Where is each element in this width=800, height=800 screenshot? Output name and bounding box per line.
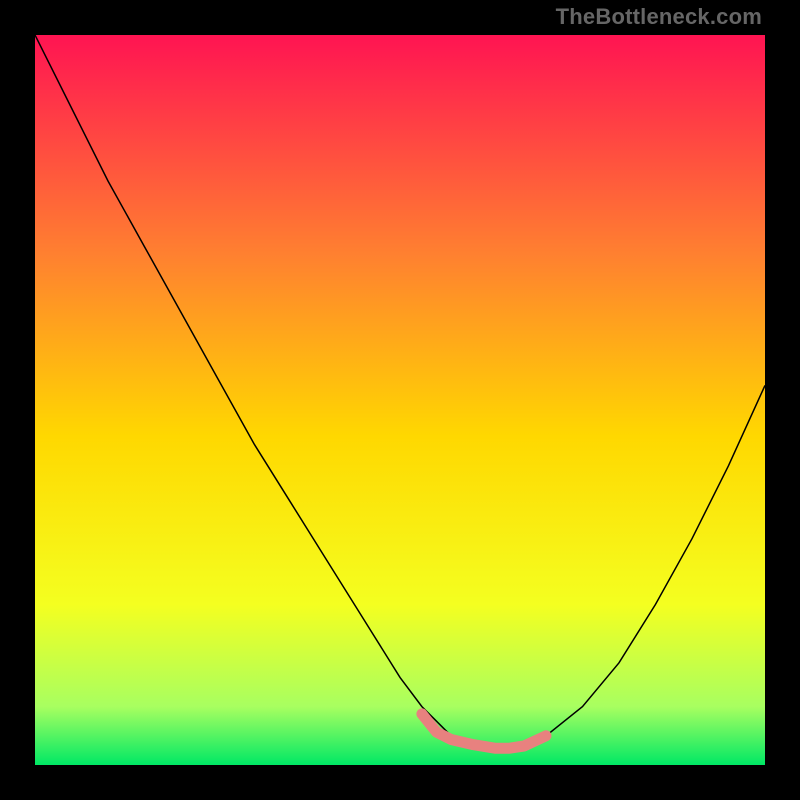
bottleneck-curve [35, 35, 765, 747]
optimal-range-marker [422, 714, 546, 748]
watermark-text: TheBottleneck.com [556, 4, 762, 30]
chart-frame: { "watermark": "TheBottleneck.com", "cha… [0, 0, 800, 800]
plot-area [35, 35, 765, 765]
chart-curves [35, 35, 765, 765]
